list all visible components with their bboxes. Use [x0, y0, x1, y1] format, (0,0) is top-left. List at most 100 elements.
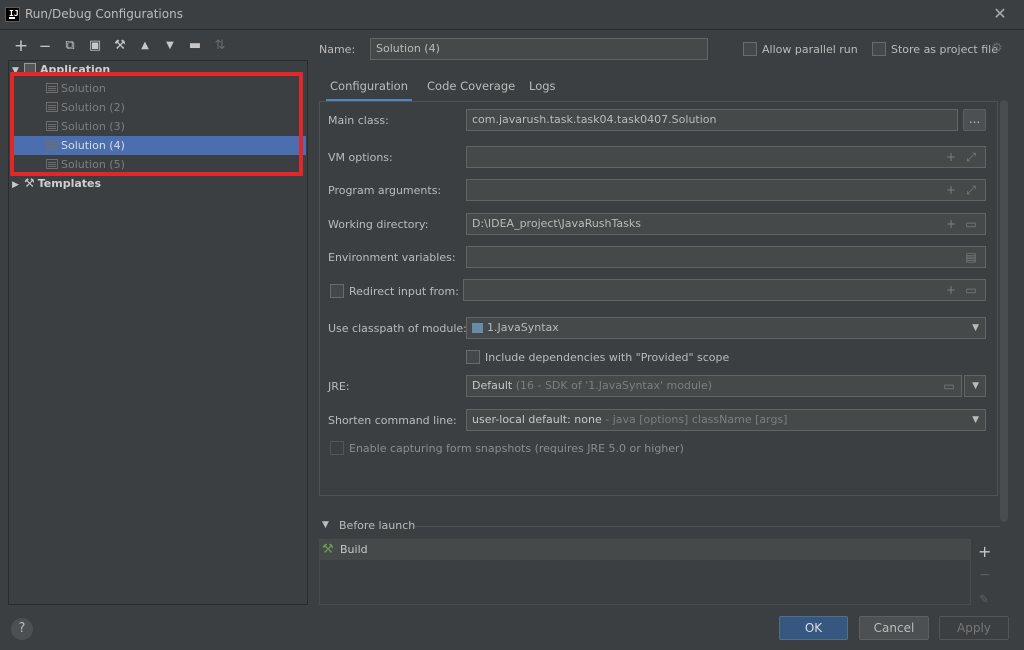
help-button[interactable]: ? — [11, 618, 33, 640]
tree-item-solution-4[interactable]: Solution (4) — [12, 136, 306, 155]
allow-parallel-checkbox[interactable] — [743, 42, 757, 56]
tree-node-templates[interactable]: ▶ ⚒ Templates — [12, 174, 306, 193]
config-file-icon — [46, 158, 58, 169]
allow-parallel-label: Allow parallel run — [762, 43, 858, 56]
collapse-triangle-icon[interactable]: ▶ — [12, 176, 24, 195]
tree-item-solution-3[interactable]: Solution (3) — [12, 117, 306, 136]
environment-variables-label: Environment variables: — [328, 251, 456, 264]
config-file-icon — [46, 82, 58, 93]
expand-icon[interactable]: ⤢ — [963, 180, 979, 200]
tree-item-label: Solution — [61, 82, 106, 95]
plus-icon[interactable]: + — [943, 214, 959, 234]
tree-node-label: Application — [40, 63, 111, 76]
tree-item-solution-5[interactable]: Solution (5) — [12, 155, 306, 174]
tab-logs[interactable]: Logs — [525, 74, 560, 102]
move-up-icon[interactable]: ▲ — [137, 38, 153, 54]
plus-icon[interactable]: + — [943, 180, 959, 200]
sort-icon[interactable]: ⇅ — [212, 38, 228, 54]
tree-item-label: Solution (2) — [61, 101, 125, 114]
environment-variables-field[interactable]: ▤ — [466, 246, 986, 268]
redirect-input-label: Redirect input from: — [349, 285, 459, 298]
classpath-module-select[interactable]: 1.JavaSyntax ▼ — [466, 317, 986, 339]
main-class-label: Main class: — [328, 114, 389, 127]
section-divider — [415, 526, 1000, 527]
vm-options-field[interactable]: + ⤢ — [466, 146, 986, 168]
tree-item-solution-2[interactable]: Solution (2) — [12, 98, 306, 117]
main-class-field[interactable]: com.javarush.task.task04.task0407.Soluti… — [466, 109, 958, 131]
ok-button[interactable]: OK — [779, 616, 848, 640]
working-directory-field[interactable]: D:\IDEA_project\JavaRushTasks + ▭ — [466, 213, 986, 235]
edit-icon[interactable]: ✎ — [979, 592, 989, 606]
name-label: Name: — [319, 43, 356, 56]
chevron-down-icon: ▼ — [972, 381, 979, 391]
wrench-icon: ⚒ — [24, 176, 35, 190]
shorten-command-select[interactable]: user-local default: none - java [options… — [466, 409, 986, 431]
plus-icon[interactable]: + — [943, 280, 959, 300]
name-field[interactable]: Solution (4) — [370, 38, 708, 60]
program-arguments-label: Program arguments: — [328, 184, 442, 197]
store-project-label: Store as project file — [891, 43, 998, 56]
tree-item-label: Solution (4) — [61, 139, 125, 152]
intellij-logo-icon: IJ — [5, 7, 20, 22]
working-directory-value: D:\IDEA_project\JavaRushTasks — [472, 217, 641, 230]
folder-icon[interactable]: ▭ — [963, 214, 979, 234]
add-icon[interactable]: + — [13, 38, 29, 55]
tree-item-label: Solution (3) — [61, 120, 125, 133]
list-item-build[interactable] — [320, 540, 970, 560]
module-icon — [472, 323, 483, 333]
jre-detail-text: (16 - SDK of '1.JavaSyntax' module) — [515, 379, 713, 392]
include-dependencies-checkbox[interactable] — [466, 350, 480, 364]
gear-icon[interactable]: ⚙ — [991, 41, 1003, 56]
new-folder-icon[interactable]: ▬ — [187, 38, 203, 54]
tree-node-application[interactable]: ▼ Application — [12, 60, 306, 79]
build-label: Build — [340, 543, 368, 556]
classpath-module-label: Use classpath of module: — [328, 322, 467, 335]
shorten-command-label: Shorten command line: — [328, 414, 457, 427]
include-dependencies-label: Include dependencies with "Provided" sco… — [485, 351, 730, 364]
folder-icon[interactable]: ▭ — [941, 376, 957, 396]
save-icon[interactable]: ▣ — [87, 38, 103, 54]
wrench-icon[interactable]: ⚒ — [112, 38, 128, 54]
shorten-command-value: user-local default: none — [472, 413, 602, 426]
snapshots-checkbox[interactable] — [330, 441, 344, 455]
redirect-input-field[interactable]: + ▭ — [463, 279, 986, 301]
redirect-input-checkbox[interactable] — [330, 284, 344, 298]
remove-icon[interactable]: − — [37, 38, 53, 54]
tree-node-label: Templates — [37, 177, 102, 190]
copy-icon[interactable]: ⧉ — [62, 38, 78, 54]
scrollbar[interactable] — [1000, 100, 1008, 522]
tab-code-coverage[interactable]: Code Coverage — [423, 74, 519, 102]
application-icon — [24, 63, 36, 74]
jre-field[interactable]: Default (16 - SDK of '1.JavaSyntax' modu… — [466, 375, 962, 397]
before-launch-title: Before launch — [339, 519, 416, 532]
jre-default-value: Default — [472, 379, 513, 392]
snapshots-label: Enable capturing form snapshots (require… — [349, 442, 684, 455]
move-down-icon[interactable]: ▼ — [162, 38, 178, 54]
program-arguments-field[interactable]: + ⤢ — [466, 179, 986, 201]
expand-icon[interactable]: ⤢ — [963, 147, 979, 167]
cancel-button[interactable]: Cancel — [859, 616, 929, 640]
plus-icon[interactable]: + — [943, 147, 959, 167]
add-icon[interactable]: + — [978, 542, 991, 561]
logo-text: IJ — [9, 9, 19, 18]
folder-icon[interactable]: ▭ — [963, 280, 979, 300]
jre-label: JRE: — [328, 380, 350, 393]
main-class-browse-button[interactable]: ... — [963, 109, 986, 131]
config-file-icon — [46, 139, 58, 150]
chevron-down-icon: ▼ — [972, 323, 979, 333]
jre-dropdown-button[interactable]: ▼ — [964, 375, 986, 397]
remove-icon[interactable]: − — [979, 567, 991, 583]
chevron-down-icon: ▼ — [972, 415, 979, 425]
tab-configuration[interactable]: Configuration — [326, 74, 412, 102]
apply-button[interactable]: Apply — [939, 616, 1009, 640]
document-icon[interactable]: ▤ — [963, 247, 979, 267]
config-file-icon — [46, 120, 58, 131]
store-project-checkbox[interactable] — [872, 42, 886, 56]
close-icon[interactable]: ✕ — [992, 4, 1008, 24]
classpath-module-value: 1.JavaSyntax — [487, 321, 559, 334]
tree-item-label: Solution (5) — [61, 158, 125, 171]
tree-item-solution[interactable]: Solution — [12, 79, 306, 98]
hammer-icon: ⚒ — [322, 542, 334, 557]
config-file-icon — [46, 101, 58, 112]
collapse-triangle-icon[interactable]: ▼ — [322, 520, 329, 530]
